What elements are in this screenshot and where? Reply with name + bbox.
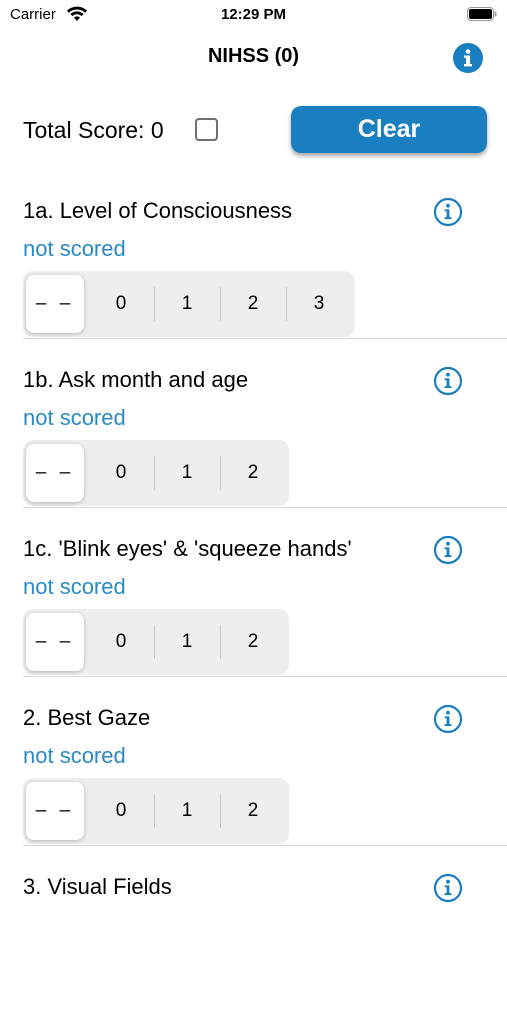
page-title: NIHSS (0) [207, 45, 300, 67]
score-option[interactable]: 0 [88, 444, 154, 502]
status-bar: Carrier 12:29 PM [0, 0, 507, 32]
item-title: 1c. 'Blink eyes' & 'squeeze hands' [23, 536, 352, 561]
clock: 12:29 PM [220, 6, 287, 23]
score-item: 1c. 'Blink eyes' & 'squeeze hands' not sc… [0, 508, 507, 677]
item-title: 3. Visual Fields [23, 874, 172, 899]
score-option[interactable]: – – [26, 613, 84, 671]
item-info-button[interactable] [433, 873, 463, 903]
score-option[interactable]: – – [26, 782, 84, 840]
total-score-row: Total Score: 0 Clear [23, 106, 507, 156]
score-item: 1b. Ask month and age not scored – –0 1 2 [0, 339, 507, 508]
clear-button[interactable]: Clear [291, 106, 487, 153]
item-status: not scored [23, 236, 126, 261]
info-icon [433, 873, 463, 903]
info-icon [464, 49, 472, 67]
score-option[interactable]: 0 [88, 613, 154, 671]
total-score-label: Total Score: 0 [23, 117, 164, 143]
score-option[interactable]: – – [26, 275, 84, 333]
score-selector: – –0 1 2 [23, 609, 289, 675]
item-info-button[interactable] [433, 366, 463, 396]
score-item: 3. Visual Fields [0, 846, 507, 1015]
info-icon [433, 366, 463, 396]
score-selector: – –0 1 2 [23, 778, 289, 844]
score-selector: – –0 1 2 3 [23, 271, 355, 337]
item-status: not scored [23, 574, 126, 599]
item-title: 1a. Level of Consciousness [23, 198, 293, 223]
score-option[interactable]: 2 [220, 275, 286, 333]
score-option[interactable]: 1 [154, 444, 220, 502]
score-item: 2. Best Gaze not scored – –0 1 2 [0, 677, 507, 846]
score-option[interactable]: 1 [154, 782, 220, 840]
score-option[interactable]: 2 [220, 782, 286, 840]
item-title: 2. Best Gaze [23, 705, 151, 730]
total-score-checkbox[interactable] [195, 118, 218, 141]
score-option[interactable]: 3 [286, 275, 352, 333]
item-info-button[interactable] [433, 704, 463, 734]
info-icon [433, 197, 463, 227]
info-icon [433, 704, 463, 734]
score-option[interactable]: – – [26, 444, 84, 502]
score-option[interactable]: 0 [88, 275, 154, 333]
score-item-list: 1a. Level of Consciousness not scored – –0… [0, 170, 507, 1015]
nav-info-button[interactable] [453, 43, 483, 73]
score-item: 1a. Level of Consciousness not scored – –0… [0, 170, 507, 339]
item-status: not scored [23, 405, 126, 430]
score-option[interactable]: 2 [220, 613, 286, 671]
item-info-button[interactable] [433, 535, 463, 565]
item-info-button[interactable] [433, 197, 463, 227]
item-status: not scored [23, 743, 126, 768]
score-selector: – –0 1 2 [23, 440, 289, 506]
score-option[interactable]: 1 [154, 275, 220, 333]
battery-icon [467, 7, 497, 21]
score-option[interactable]: 2 [220, 444, 286, 502]
score-option[interactable]: 1 [154, 613, 220, 671]
item-title: 1b. Ask month and age [23, 367, 249, 392]
info-icon [433, 535, 463, 565]
score-option[interactable]: 0 [88, 782, 154, 840]
